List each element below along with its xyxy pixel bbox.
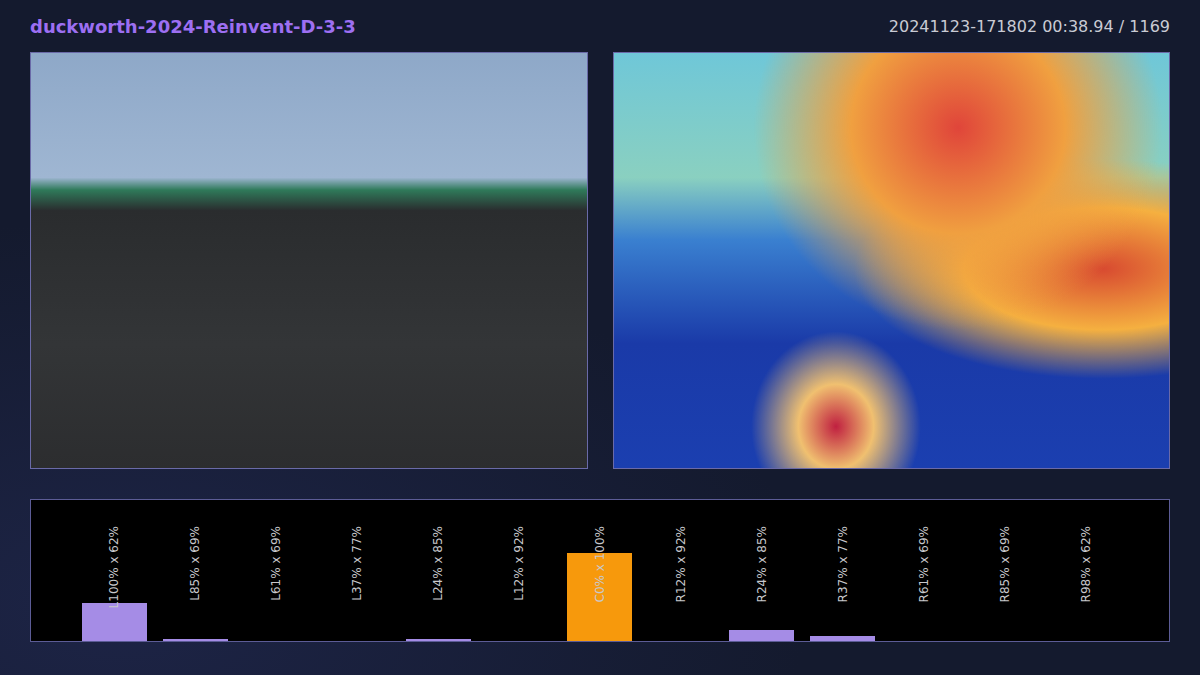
action-slot: L61% x 69% [236,500,317,641]
action-label: R61% x 69% [917,526,931,602]
action-label: L12% x 92% [512,526,526,601]
heatmap-frame [613,52,1171,469]
action-slot: L12% x 92% [479,500,560,641]
action-label: R12% x 92% [674,526,688,602]
action-slot: L100% x 62% [74,500,155,641]
action-label: L85% x 69% [188,526,202,601]
action-slot: R37% x 77% [802,500,883,641]
action-label: R98% x 62% [1079,526,1093,602]
action-label: R24% x 85% [755,526,769,602]
action-slot: R24% x 85% [721,500,802,641]
action-bar [729,630,794,641]
action-bar [82,603,147,641]
frame-row [30,52,1170,469]
action-label: L37% x 77% [350,526,364,601]
action-bar [406,639,471,641]
action-label: L100% x 62% [107,526,121,608]
action-slot: L85% x 69% [155,500,236,641]
action-slot: R98% x 62% [1045,500,1126,641]
header: duckworth-2024-Reinvent-D-3-3 20241123-17… [30,0,1170,52]
action-slot: R85% x 69% [964,500,1045,641]
timestamp: 20241123-171802 00:38.94 / 1169 [889,17,1170,36]
action-label: C0% x 100% [593,526,607,602]
action-label: L24% x 85% [431,526,445,601]
action-label: R85% x 69% [998,526,1012,602]
action-slot: L37% x 77% [317,500,398,641]
model-title: duckworth-2024-Reinvent-D-3-3 [30,16,356,37]
camera-frame [30,52,588,469]
viewer: duckworth-2024-Reinvent-D-3-3 20241123-17… [0,0,1200,675]
action-slot: C0% x 100% [560,500,641,641]
action-bar [163,639,228,641]
action-bar [810,636,875,641]
action-label: L61% x 69% [269,526,283,601]
action-slot: R12% x 92% [640,500,721,641]
action-slot: R61% x 69% [883,500,964,641]
action-slot: L24% x 85% [398,500,479,641]
action-label: R37% x 77% [836,526,850,602]
action-chart: L100% x 62% L85% x 69% L61% x 69% L37% x 77… [30,499,1170,642]
